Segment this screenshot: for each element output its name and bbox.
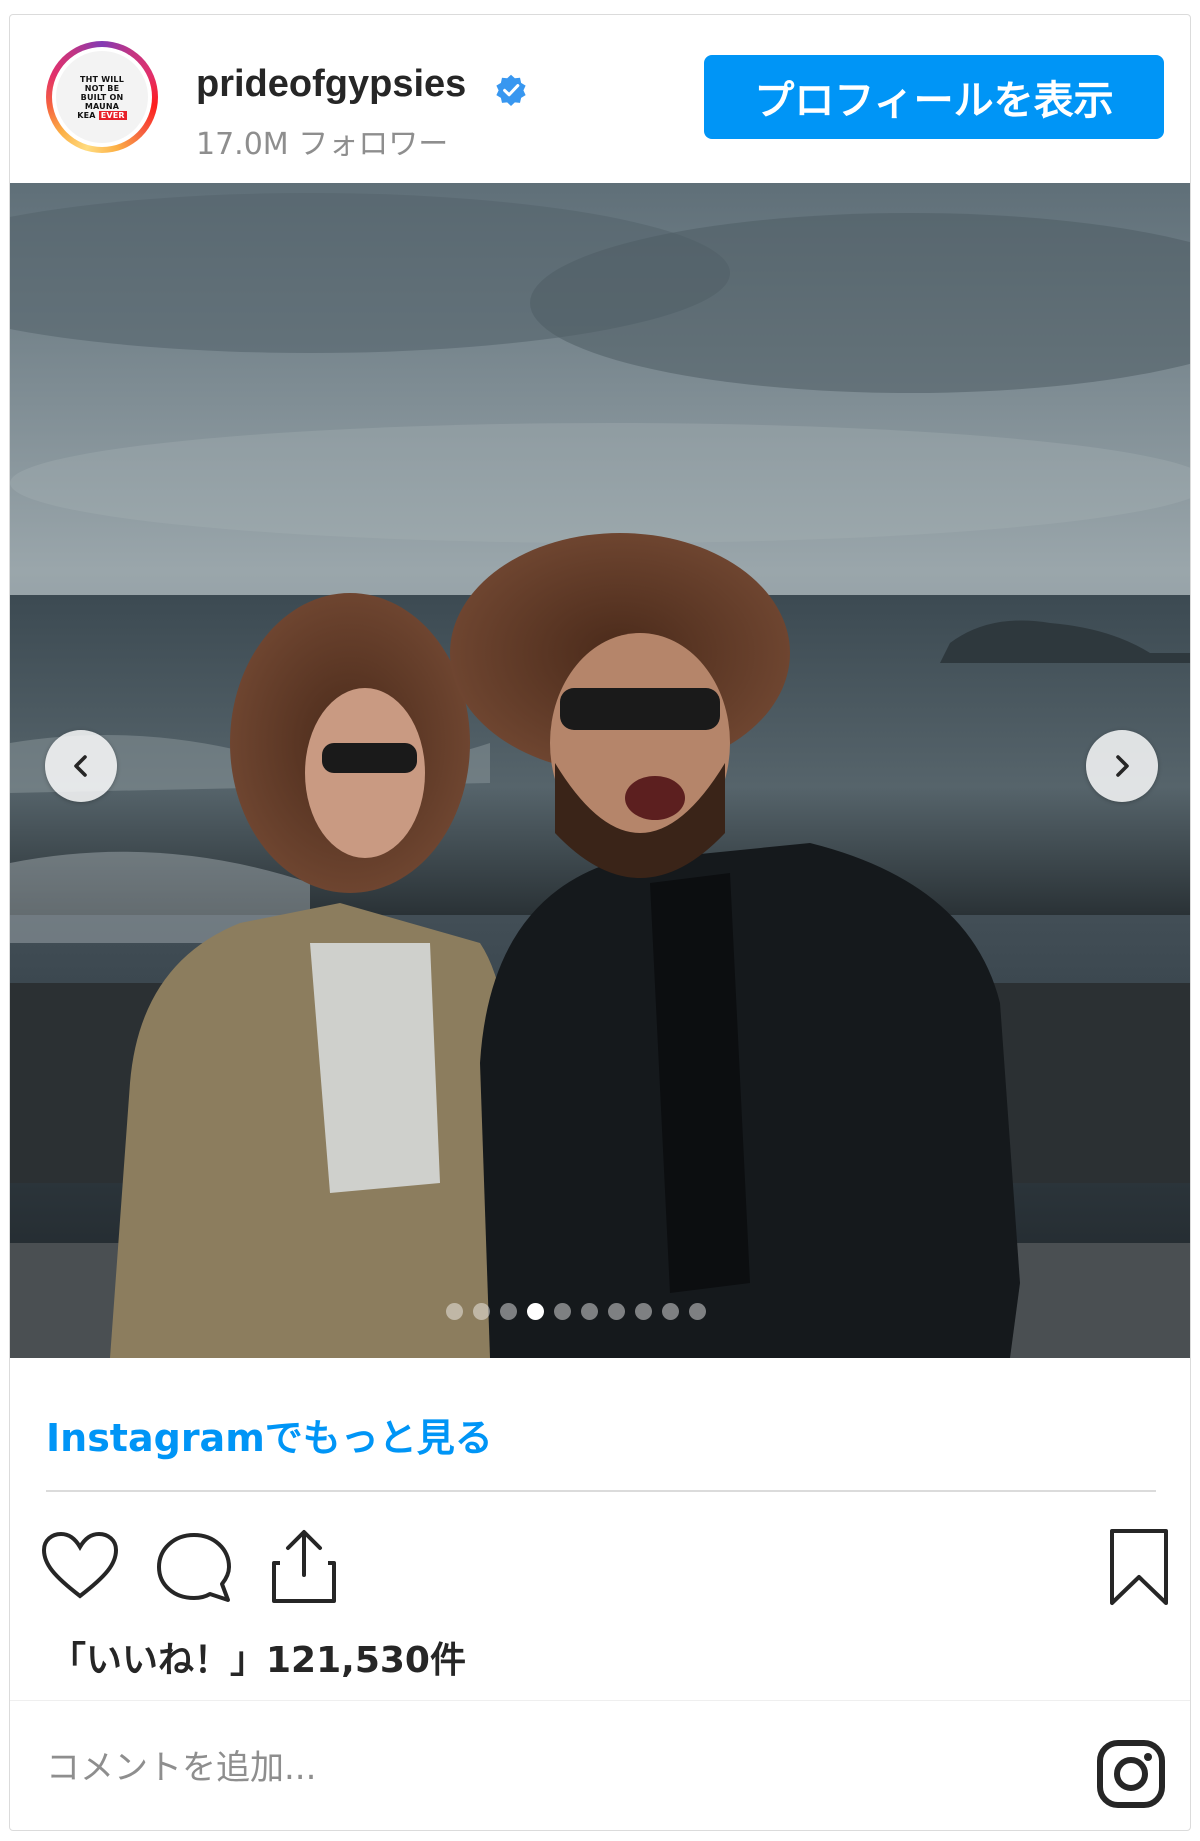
slide-dot [500,1303,517,1320]
chevron-right-icon [1116,755,1129,777]
slide-dot [689,1303,706,1320]
slide-dot-active [527,1303,544,1320]
slide-dot [608,1303,625,1320]
previous-slide-button[interactable] [45,730,117,802]
follower-count: 17.0M フォロワー [196,127,449,162]
avatar[interactable]: THT WILL NOT BE BUILT ON MAUNA KEA EVER [46,41,158,153]
slide-dot [473,1303,490,1320]
photo-illustration [10,193,1190,1358]
comment-icon[interactable] [154,1530,234,1606]
slide-dot [635,1303,652,1320]
post-photo[interactable] [10,183,1190,1358]
instagram-icon[interactable] [1096,1739,1166,1809]
chevron-left-icon [74,755,87,777]
slide-indicator [446,1303,706,1320]
add-comment-input[interactable]: コメントを追加... [46,1740,316,1789]
share-icon[interactable] [264,1527,344,1607]
username[interactable]: prideofgypsies [196,63,466,106]
bookmark-icon[interactable] [1106,1527,1172,1609]
verified-badge-icon [496,74,526,106]
slide-dot [581,1303,598,1320]
slide-dot [554,1303,571,1320]
like-count[interactable]: 「いいね！」121,530件 [50,1631,466,1683]
slide-dot [446,1303,463,1320]
instagram-embed-card: THT WILL NOT BE BUILT ON MAUNA KEA EVER … [9,14,1191,1831]
avatar-image: THT WILL NOT BE BUILT ON MAUNA KEA EVER [56,51,148,143]
next-slide-button[interactable] [1086,730,1158,802]
heart-icon[interactable] [40,1530,120,1602]
view-more-on-instagram-link[interactable]: Instagramでもっと見る [46,1407,493,1462]
slide-dot [662,1303,679,1320]
view-profile-button[interactable]: プロフィールを表示 [704,55,1164,139]
post-header: THT WILL NOT BE BUILT ON MAUNA KEA EVER … [10,15,1190,183]
divider [10,1700,1190,1701]
divider [46,1490,1156,1492]
